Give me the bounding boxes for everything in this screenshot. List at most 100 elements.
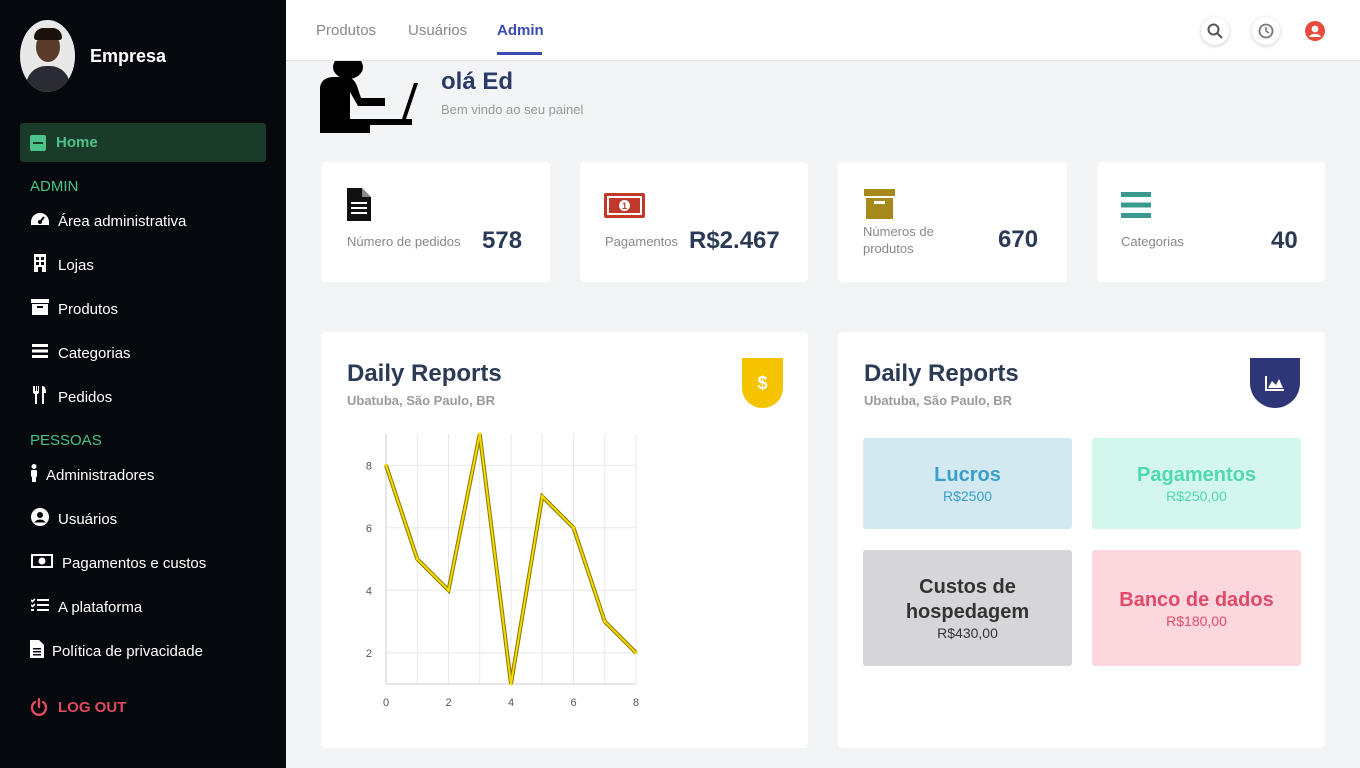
utensils-icon	[30, 386, 50, 408]
y-tick-label: 2	[366, 648, 372, 660]
svg-text:1: 1	[622, 201, 627, 211]
tile-pagamentos[interactable]: Pagamentos R$250,00	[1092, 438, 1301, 529]
stat-label: Número de pedidos	[347, 234, 461, 249]
document-icon	[347, 188, 371, 221]
data-point	[384, 463, 388, 467]
sidebar-item-produtos[interactable]: Produtos	[30, 297, 118, 321]
sidebar-item-label: Política de privacidade	[52, 642, 203, 660]
dollar-badge: $	[742, 358, 783, 408]
avatar[interactable]	[20, 20, 75, 92]
user-icon	[1305, 21, 1325, 41]
data-point	[634, 651, 638, 655]
tile-title: Banco de dados	[1119, 588, 1274, 611]
brand-name: Empresa	[90, 45, 167, 66]
stat-label: Números de produtos	[863, 224, 934, 256]
data-point	[540, 495, 544, 498]
topbar: Produtos Usuários Admin	[286, 0, 1360, 61]
x-tick-label: 6	[570, 697, 576, 709]
building-icon	[30, 254, 50, 276]
greeting-subtitle: Bem vindo ao seu painel	[441, 102, 584, 117]
search-icon	[1207, 23, 1223, 39]
tile-custos-de-hospedagem[interactable]: Custos de hospedagem R$430,00	[863, 550, 1072, 666]
user-at-laptop-icon	[320, 61, 418, 133]
data-point	[415, 557, 419, 561]
sidebar-item-usuarios[interactable]: Usuários	[30, 507, 117, 531]
stat-value: 670	[998, 226, 1039, 253]
sidebar-item-categorias[interactable]: Categorias	[30, 341, 131, 365]
tile-value: R$250,00	[1166, 488, 1227, 504]
sidebar-item-area-administrativa[interactable]: Área administrativa	[30, 209, 186, 233]
tile-title: Pagamentos	[1137, 464, 1256, 486]
sidebar-item-label: Administradores	[46, 466, 155, 484]
stat-label: Categorias	[1121, 234, 1184, 249]
logout-label: LOG OUT	[58, 698, 127, 716]
bars-icon	[1121, 192, 1151, 218]
daily-report-summary-card: Daily Reports Ubatuba, São Paulo, BR Luc…	[838, 332, 1325, 748]
sidebar-item-label: Home	[56, 134, 98, 151]
data-point	[509, 682, 513, 686]
sidebar-item-a-plataforma[interactable]: A plataforma	[30, 595, 142, 619]
bars-icon	[30, 344, 50, 362]
power-icon	[30, 697, 48, 716]
x-tick-label: 0	[383, 697, 389, 709]
search-button[interactable]	[1201, 17, 1229, 45]
sidebar-item-lojas[interactable]: Lojas	[30, 253, 94, 277]
x-tick-label: 8	[633, 697, 639, 709]
greeting-title: olá Ed	[441, 68, 514, 95]
sidebar-item-home[interactable]: Home	[20, 123, 266, 162]
money-icon: 1	[604, 193, 645, 218]
y-tick-label: 4	[366, 585, 372, 597]
tab-admin[interactable]: Admin	[497, 22, 544, 39]
sidebar-item-pedidos[interactable]: Pedidos	[30, 385, 112, 409]
tile-value: R$180,00	[1166, 612, 1227, 629]
stat-value: R$2.467	[689, 227, 780, 254]
report-subtitle: Ubatuba, São Paulo, BR	[347, 393, 496, 408]
sidebar-item-label: A plataforma	[58, 598, 143, 616]
data-point	[603, 620, 607, 623]
tile-value: R$2500	[942, 488, 993, 504]
section-pessoas: PESSOAS	[30, 432, 102, 449]
data-point	[572, 526, 575, 530]
stat-value: 40	[1271, 227, 1298, 254]
sidebar-item-label: Área administrativa	[58, 212, 187, 230]
sidebar-item-label: Usuários	[58, 510, 118, 528]
section-admin: ADMIN	[30, 178, 79, 195]
report-subtitle: Ubatuba, São Paulo, BR	[864, 393, 1013, 408]
report-title: Daily Reports	[347, 360, 502, 387]
sidebar-item-politica-de-privacidade[interactable]: Política de privacidade	[30, 639, 203, 663]
archive-icon	[30, 299, 50, 319]
area-chart-badge	[1250, 358, 1300, 408]
user-circle-icon	[30, 508, 50, 530]
sidebar-item-label: Lojas	[58, 256, 94, 274]
person-icon	[30, 464, 38, 486]
line-chart: 0 2 4 6 8 2 4 6 8	[366, 432, 639, 709]
active-tab-indicator	[497, 52, 542, 55]
stat-card-pagamentos: 1 Pagamentos R$2.467	[580, 162, 808, 282]
data-point	[478, 432, 482, 436]
clock-icon	[1258, 23, 1274, 39]
y-tick-label: 6	[366, 523, 372, 535]
profile-button[interactable]	[1301, 17, 1329, 45]
sidebar-item-label: Produtos	[58, 300, 119, 318]
dashboard-icon	[30, 211, 50, 231]
logout-button[interactable]: LOG OUT	[30, 697, 127, 716]
stat-label: Pagamentos	[605, 234, 678, 249]
file-icon	[30, 640, 44, 662]
sidebar-item-label: Pagamentos e custos	[62, 554, 207, 572]
money-icon	[30, 554, 54, 572]
y-tick-label: 8	[366, 460, 372, 472]
tile-banco-de-dados[interactable]: Banco de dados R$180,00	[1092, 550, 1301, 666]
sidebar-item-pagamentos-e-custos[interactable]: Pagamentos e custos	[30, 551, 206, 575]
x-tick-label: 4	[508, 697, 514, 709]
checklist-icon	[30, 598, 50, 616]
dollar-icon: $	[757, 372, 768, 393]
data-point	[447, 588, 450, 592]
tab-produtos[interactable]: Produtos	[316, 22, 376, 39]
history-button[interactable]	[1252, 17, 1280, 45]
report-title: Daily Reports	[864, 360, 1019, 387]
tile-title: Lucros	[934, 464, 1001, 486]
tab-usuarios[interactable]: Usuários	[408, 22, 467, 39]
tile-lucros[interactable]: Lucros R$2500	[863, 438, 1072, 529]
sidebar-item-administradores[interactable]: Administradores	[30, 463, 154, 487]
tile-value: R$430,00	[937, 625, 998, 641]
